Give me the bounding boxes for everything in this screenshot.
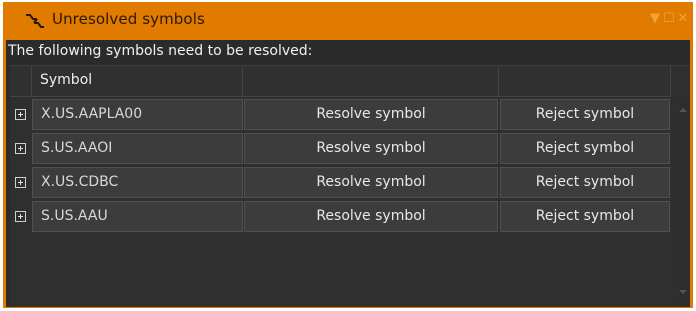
expand-plus-icon	[15, 143, 26, 154]
symbol-text: X.US.CDBC	[41, 174, 119, 190]
resolve-label: Resolve symbol	[316, 106, 426, 122]
pin-button[interactable]: ▼	[649, 11, 661, 27]
symbol-cell[interactable]: S.US.AAOI	[32, 133, 243, 164]
resolve-symbol-button[interactable]: Resolve symbol	[244, 167, 498, 198]
resolve-column-header[interactable]	[243, 66, 499, 97]
reject-label: Reject symbol	[535, 106, 635, 122]
close-button[interactable]: ✕	[677, 11, 689, 27]
symbol-cell[interactable]: X.US.CDBC	[32, 167, 243, 198]
reject-column-header[interactable]	[499, 66, 671, 97]
scroll-up-arrow-icon[interactable]	[679, 108, 687, 112]
table-row: X.US.CDBC Resolve symbol Reject symbol	[10, 167, 690, 198]
maximize-button[interactable]: ☐	[663, 11, 675, 27]
symbol-text: S.US.AAU	[41, 208, 108, 224]
symbol-text: S.US.AAOI	[41, 140, 113, 156]
resolve-label: Resolve symbol	[316, 174, 426, 190]
link-icon	[25, 13, 45, 29]
instructions-text: The following symbols need to be resolve…	[8, 43, 313, 59]
resolve-label: Resolve symbol	[316, 140, 426, 156]
expand-plus-icon	[15, 109, 26, 120]
resolve-symbol-button[interactable]: Resolve symbol	[244, 201, 498, 232]
reject-label: Reject symbol	[535, 208, 635, 224]
expand-row-button[interactable]	[11, 99, 31, 130]
table-row: S.US.AAOI Resolve symbol Reject symbol	[10, 133, 690, 164]
vertical-scrollbar[interactable]	[676, 97, 690, 307]
expand-row-button[interactable]	[11, 133, 31, 164]
reject-symbol-button[interactable]: Reject symbol	[500, 201, 670, 232]
reject-symbol-button[interactable]: Reject symbol	[500, 133, 670, 164]
expand-row-button[interactable]	[11, 167, 31, 198]
window-content: The following symbols need to be resolve…	[6, 40, 690, 307]
expand-plus-icon	[15, 211, 26, 222]
expand-plus-icon	[15, 177, 26, 188]
expander-column-header	[10, 66, 32, 97]
symbol-column-label: Symbol	[40, 72, 93, 88]
reject-symbol-button[interactable]: Reject symbol	[500, 99, 670, 130]
unresolved-symbols-window: Unresolved symbols ▼ ☐ ✕ The following s…	[3, 2, 693, 308]
window-controls: ▼ ☐ ✕	[649, 11, 689, 27]
window-title: Unresolved symbols	[52, 10, 205, 28]
symbol-text: X.US.AAPLA00	[41, 106, 143, 122]
reject-label: Reject symbol	[535, 174, 635, 190]
symbol-column-header[interactable]: Symbol	[32, 66, 243, 97]
table-row: X.US.AAPLA00 Resolve symbol Reject symbo…	[10, 99, 690, 130]
resolve-symbol-button[interactable]: Resolve symbol	[244, 99, 498, 130]
symbols-grid: Symbol X.US.AAPLA00 Resolve symbol Rejec…	[10, 65, 690, 307]
resolve-symbol-button[interactable]: Resolve symbol	[244, 133, 498, 164]
symbol-cell[interactable]: X.US.AAPLA00	[32, 99, 243, 130]
symbol-cell[interactable]: S.US.AAU	[32, 201, 243, 232]
table-row: S.US.AAU Resolve symbol Reject symbol	[10, 201, 690, 232]
reject-symbol-button[interactable]: Reject symbol	[500, 167, 670, 198]
resolve-label: Resolve symbol	[316, 208, 426, 224]
window-titlebar[interactable]: Unresolved symbols ▼ ☐ ✕	[3, 2, 693, 39]
scroll-down-arrow-icon[interactable]	[679, 290, 687, 294]
expand-row-button[interactable]	[11, 201, 31, 232]
reject-label: Reject symbol	[535, 140, 635, 156]
